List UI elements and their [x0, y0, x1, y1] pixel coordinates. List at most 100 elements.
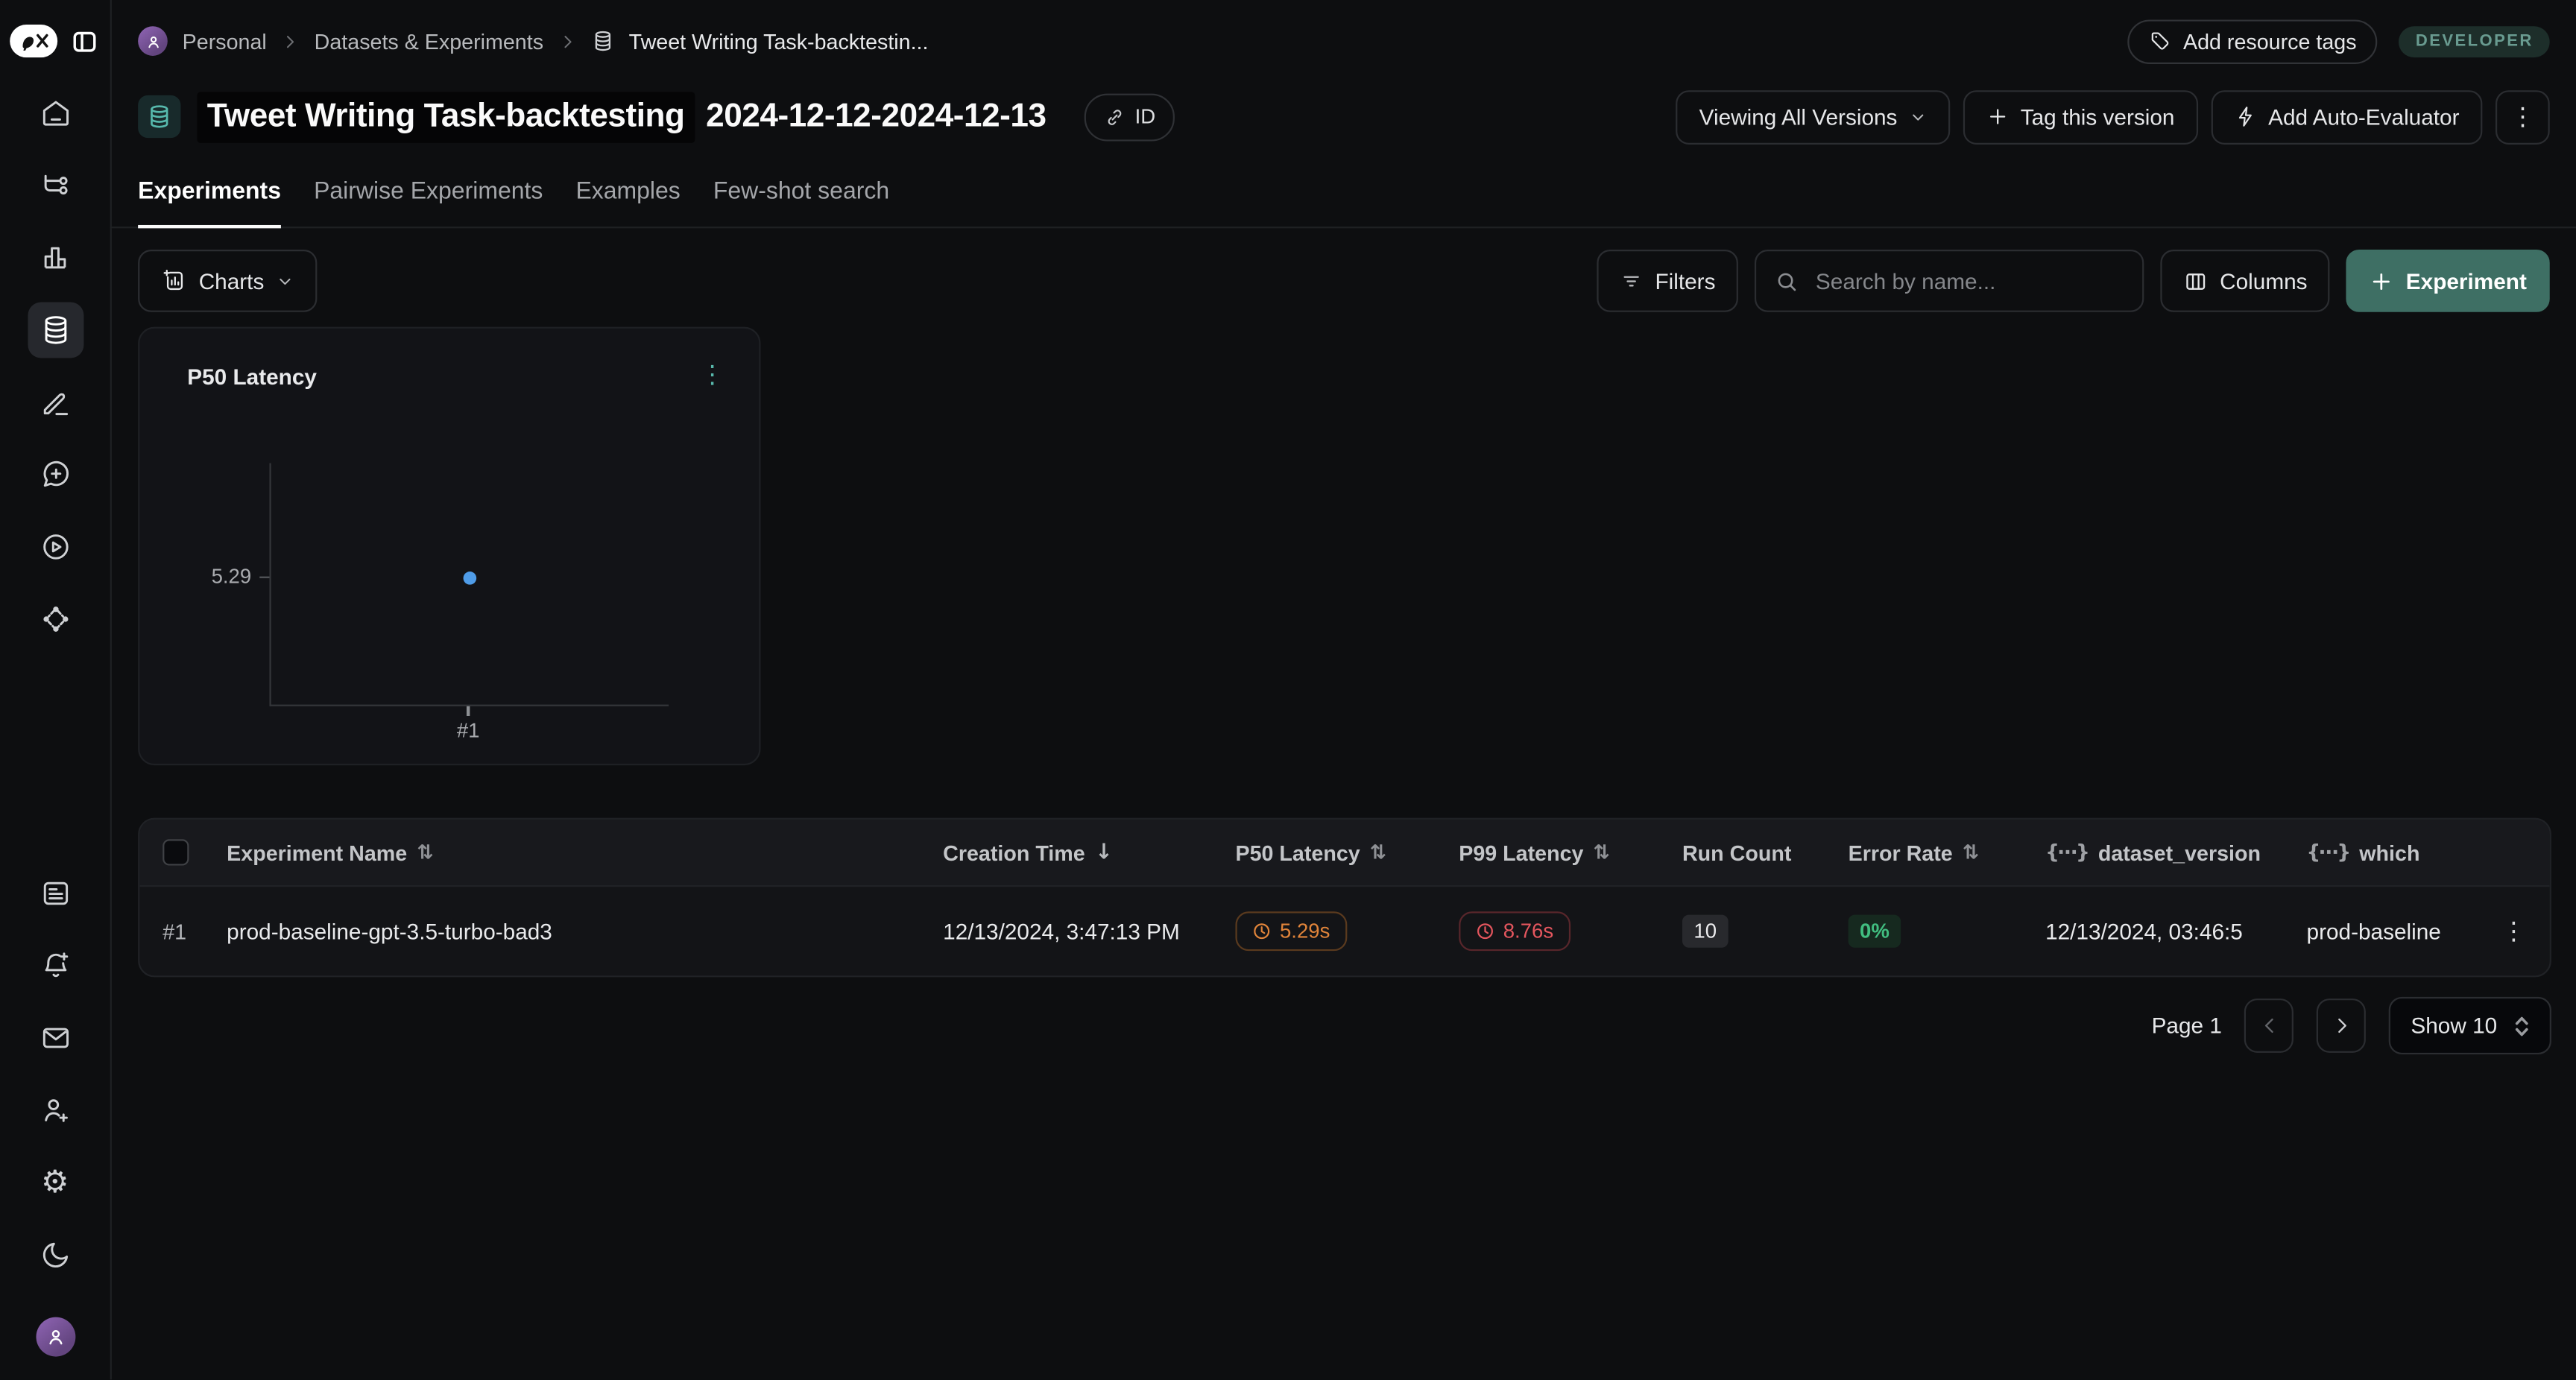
- table-row[interactable]: #1 prod-baseline-gpt-3.5-turbo-bad3 12/1…: [139, 887, 2549, 975]
- sort-icon[interactable]: ⇅: [1963, 843, 1979, 862]
- invite-user-icon[interactable]: [39, 1094, 72, 1127]
- next-page-button[interactable]: [2317, 998, 2367, 1053]
- workspace-avatar[interactable]: [138, 26, 168, 56]
- mail-icon[interactable]: [39, 1022, 72, 1054]
- header-cell-dataset-version[interactable]: {⋯} dataset_version: [2045, 840, 2306, 864]
- error-rate-cell: 0%: [1849, 915, 2045, 948]
- home-icon[interactable]: [39, 97, 72, 130]
- prompts-icon[interactable]: [39, 458, 72, 491]
- columns-label: Columns: [2220, 268, 2307, 293]
- charts-button[interactable]: Charts: [138, 250, 317, 312]
- pagination: Page 1 Show 10: [110, 997, 2551, 1054]
- header-cell-error-rate[interactable]: Error Rate ⇅: [1849, 840, 2045, 864]
- select-all-checkbox[interactable]: [162, 839, 189, 865]
- chart-y-tick-label: 5.29: [176, 565, 251, 588]
- search-icon: [1775, 268, 1799, 293]
- topbar: Personal Datasets & Experiments Tweet Wr…: [110, 0, 2576, 82]
- table-header-row: Experiment Name ⇅ Creation Time ↓ P50 La…: [139, 820, 2549, 887]
- annotations-icon[interactable]: [39, 386, 72, 419]
- sidebar-item-datasets[interactable]: [27, 303, 83, 358]
- copy-id-button[interactable]: ID: [1084, 93, 1175, 141]
- header-cell-run-count[interactable]: Run Count: [1682, 840, 1849, 864]
- title-left: Tweet Writing Task-backtesting 2024-12-1…: [138, 91, 1175, 142]
- sidebar-nav: [27, 97, 83, 636]
- plus-icon: [2370, 268, 2394, 293]
- settings-icon[interactable]: ⚙: [39, 1166, 72, 1199]
- header-cell-select: [139, 839, 227, 865]
- tab-few-shot-search[interactable]: Few-shot search: [713, 169, 889, 227]
- dashboards-icon[interactable]: [39, 241, 72, 274]
- select-caret-icon: [2513, 1014, 2530, 1037]
- column-label: which: [2359, 840, 2419, 864]
- chart-menu-icon[interactable]: ⋮: [700, 363, 724, 387]
- braces-icon: {⋯}: [2307, 843, 2350, 862]
- app-root: ⚙ Personal: [0, 0, 2576, 1379]
- sort-icon[interactable]: ⇅: [417, 843, 433, 862]
- chevron-down-icon: [1909, 107, 1927, 125]
- add-auto-evaluator-label: Add Auto-Evaluator: [2268, 104, 2459, 129]
- new-experiment-button[interactable]: Experiment: [2346, 250, 2549, 312]
- search-box: [1755, 250, 2144, 312]
- datasets-icon: [39, 314, 72, 346]
- breadcrumb-workspace[interactable]: Personal: [183, 29, 267, 54]
- sort-desc-icon[interactable]: ↓: [1095, 842, 1113, 864]
- filters-label: Filters: [1655, 268, 1715, 293]
- which-cell: prod-baseline: [2307, 919, 2478, 943]
- latency-badge: 8.76s: [1459, 911, 1570, 951]
- page-title[interactable]: Tweet Writing Task-backtesting 2024-12-1…: [197, 91, 1046, 142]
- add-auto-evaluator-button[interactable]: Add Auto-Evaluator: [2211, 89, 2482, 144]
- previous-page-button[interactable]: [2245, 998, 2294, 1053]
- new-experiment-label: Experiment: [2406, 268, 2527, 293]
- deployments-icon[interactable]: [39, 603, 72, 636]
- row-menu-icon[interactable]: ⋮: [2501, 919, 2526, 943]
- langsmith-logo-icon[interactable]: [10, 25, 57, 57]
- tab-examples[interactable]: Examples: [575, 169, 680, 227]
- title-more-button[interactable]: ⋮: [2496, 89, 2550, 144]
- trace-icon[interactable]: [39, 169, 72, 202]
- user-avatar[interactable]: [35, 1317, 75, 1357]
- playground-icon[interactable]: [39, 531, 72, 563]
- breadcrumb-section[interactable]: Datasets & Experiments: [315, 29, 543, 54]
- header-cell-p99-latency[interactable]: P99 Latency ⇅: [1459, 840, 1682, 864]
- breadcrumb: Personal Datasets & Experiments Tweet Wr…: [138, 26, 928, 56]
- tag-version-label: Tag this version: [2021, 104, 2175, 129]
- chart-data-point[interactable]: [464, 572, 477, 585]
- alerts-icon[interactable]: [39, 949, 72, 982]
- clock-icon: [1475, 921, 1494, 940]
- column-label: Creation Time: [943, 840, 1085, 864]
- tab-pairwise-experiments[interactable]: Pairwise Experiments: [314, 169, 543, 227]
- sort-icon[interactable]: ⇅: [1594, 843, 1610, 862]
- plus-icon: [1986, 105, 2009, 128]
- title-actions: Viewing All Versions Tag this version A: [1676, 89, 2550, 144]
- panel-toggle-icon[interactable]: [67, 25, 100, 57]
- page-label: Page 1: [2152, 1013, 2222, 1038]
- docs-icon[interactable]: [39, 877, 72, 910]
- search-input[interactable]: [1813, 267, 2125, 294]
- tab-experiments[interactable]: Experiments: [138, 169, 281, 227]
- header-cell-creation-time[interactable]: Creation Time ↓: [943, 840, 1235, 864]
- experiments-table: Experiment Name ⇅ Creation Time ↓ P50 La…: [138, 818, 2551, 978]
- main-content: Personal Datasets & Experiments Tweet Wr…: [110, 0, 2576, 1379]
- dark-mode-icon[interactable]: [39, 1238, 72, 1271]
- page-title-highlighted: Tweet Writing Task-backtesting: [197, 91, 694, 142]
- braces-icon: {⋯}: [2045, 843, 2089, 862]
- viewing-versions-button[interactable]: Viewing All Versions: [1676, 89, 1950, 144]
- topbar-right: Add resource tags DEVELOPER: [2127, 19, 2550, 63]
- columns-button[interactable]: Columns: [2161, 250, 2331, 312]
- column-label: Experiment Name: [227, 840, 407, 864]
- chart-y-axis: [269, 463, 271, 706]
- sort-icon[interactable]: ⇅: [1370, 843, 1386, 862]
- page-size-select[interactable]: Show 10: [2390, 997, 2551, 1054]
- run-count-cell: 10: [1682, 915, 1849, 948]
- add-resource-tags-button[interactable]: Add resource tags: [2127, 19, 2378, 63]
- dataset-icon: [591, 30, 614, 53]
- tag-icon: [2149, 30, 2172, 53]
- filters-button[interactable]: Filters: [1597, 250, 1738, 312]
- copy-id-label: ID: [1135, 105, 1156, 128]
- header-cell-which[interactable]: {⋯} which: [2307, 840, 2478, 864]
- header-cell-experiment-name[interactable]: Experiment Name ⇅: [227, 840, 943, 864]
- experiment-name-cell[interactable]: prod-baseline-gpt-3.5-turbo-bad3: [227, 919, 943, 943]
- header-cell-p50-latency[interactable]: P50 Latency ⇅: [1235, 840, 1459, 864]
- chart-add-icon: [161, 268, 187, 294]
- tag-version-button[interactable]: Tag this version: [1963, 89, 2198, 144]
